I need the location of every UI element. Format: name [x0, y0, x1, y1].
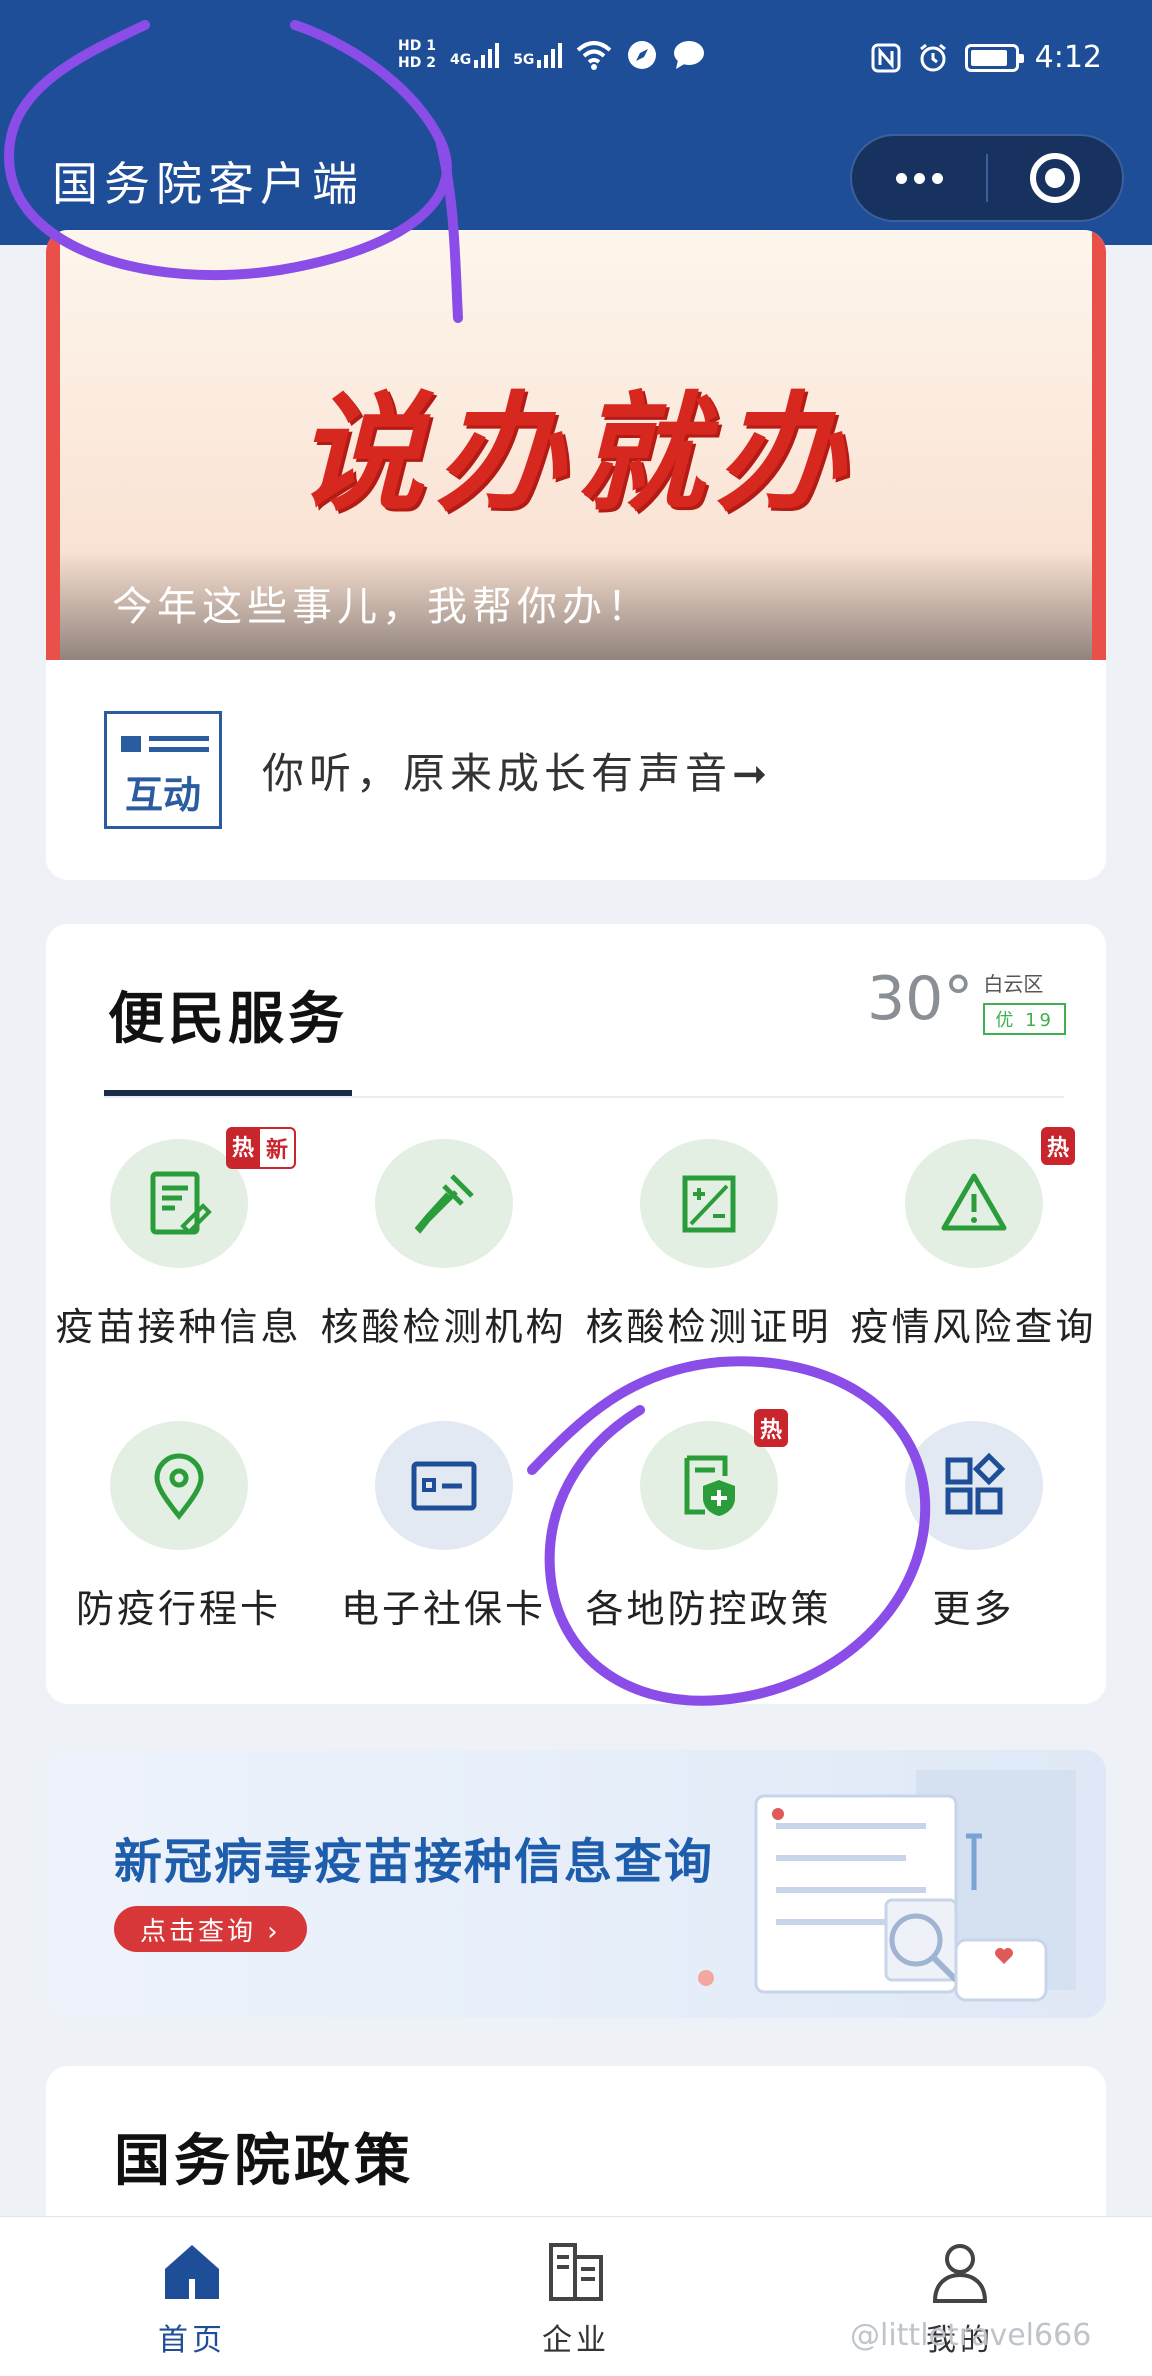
policy-title: 国务院政策	[114, 2128, 414, 2194]
hot-badge: 热	[1041, 1127, 1076, 1165]
net2-label: 5G	[513, 52, 535, 68]
service-travel-card[interactable]: 防疫行程卡	[46, 1421, 311, 1633]
tab-enterprise-label: 企业	[542, 2323, 610, 2358]
weather-widget[interactable]: 30° 白云区 优 19	[867, 964, 1066, 1035]
banner-headline: 说办就办	[295, 379, 856, 529]
hd1-label: HD 1	[398, 38, 436, 54]
query-button[interactable]: 点击查询 ›	[114, 1906, 307, 1952]
status-right: 4:12	[871, 40, 1102, 75]
interaction-row[interactable]: 互动 你听，原来成长有声音➞	[46, 660, 1106, 880]
service-nucleic-agency[interactable]: 核酸检测机构	[311, 1139, 576, 1351]
document-illustration-icon	[698, 1770, 1076, 2002]
service-label: 疫苗接种信息	[55, 1305, 302, 1349]
service-label: 电子社保卡	[340, 1587, 546, 1631]
query-button-label: 点击查询 ›	[140, 1916, 281, 1947]
tab-home-label: 首页	[158, 2323, 226, 2358]
service-local-policy[interactable]: 热 各地防控政策	[576, 1409, 841, 1633]
service-social-card[interactable]: 电子社保卡	[311, 1421, 576, 1633]
alarm-icon	[919, 43, 946, 71]
hot-badge: 热	[226, 1127, 261, 1169]
battery-icon	[964, 43, 1024, 72]
tab-enterprise[interactable]: 企业	[384, 2217, 768, 2376]
interaction-icon: 互动	[104, 711, 222, 829]
compass-icon	[628, 41, 657, 69]
target-icon	[1030, 153, 1080, 203]
grid-apps-icon	[904, 1421, 1043, 1550]
service-badges: 热	[1041, 1127, 1076, 1165]
signal-5g-icon: 5G	[513, 42, 563, 68]
status-left: HD 1 HD 2 4G 5G	[398, 38, 706, 72]
service-nucleic-proof[interactable]: 核酸检测证明	[576, 1139, 841, 1351]
user-icon	[932, 2244, 988, 2303]
service-label: 核酸检测证明	[585, 1305, 832, 1349]
more-icon	[895, 172, 943, 184]
location-pin-icon	[109, 1421, 248, 1550]
test-proof-icon	[639, 1139, 778, 1268]
clock: 4:12	[1034, 40, 1102, 75]
app-title: 国务院客户端	[52, 157, 364, 211]
miniprogram-capsule	[850, 134, 1124, 222]
service-label: 核酸检测机构	[320, 1305, 567, 1349]
services-title: 便民服务	[108, 986, 348, 1052]
service-risk-query[interactable]: 热 疫情风险查询	[841, 1127, 1106, 1351]
nfc-icon	[871, 43, 901, 72]
temperature: 30°	[867, 964, 974, 1034]
message-icon	[674, 41, 705, 69]
banner-caption: 今年这些事儿，我帮你办！	[112, 584, 652, 630]
service-label: 各地防控政策	[585, 1587, 832, 1631]
services-tab-indicator	[104, 1090, 352, 1096]
services-divider	[104, 1096, 1064, 1098]
weather-district: 白云区	[983, 972, 1044, 996]
id-card-icon	[374, 1421, 513, 1550]
wifi-icon	[577, 41, 612, 70]
watermark: @littletravel666	[850, 2318, 1092, 2353]
net1-label: 4G	[449, 52, 472, 68]
hot-badge: 热	[754, 1409, 789, 1447]
service-badges: 热	[754, 1409, 789, 1447]
service-vaccine-info[interactable]: 热 新 疫苗接种信息	[46, 1127, 311, 1351]
interaction-text: 你听，原来成长有声音➞	[262, 748, 773, 798]
service-badges: 热 新	[226, 1127, 297, 1169]
service-label: 防疫行程卡	[75, 1587, 281, 1631]
hd2-label: HD 2	[398, 55, 436, 71]
services-grid: 热 新 疫苗接种信息 核酸检测机构 核酸检测证明 热 疫情风险查询 防疫行程卡 …	[46, 1127, 1106, 1633]
more-button[interactable]	[852, 136, 986, 220]
service-more[interactable]: 更多	[841, 1421, 1106, 1633]
signal-4g-icon: 4G	[449, 42, 500, 68]
banner-card: 说办就办 今年这些事儿，我帮你办！ 互动 你听，原来成长有声音➞	[46, 230, 1106, 880]
promo-title: 新冠病毒疫苗接种信息查询	[114, 1834, 715, 1890]
building-icon	[549, 2243, 603, 2301]
close-button[interactable]	[988, 136, 1122, 220]
air-quality-badge: 优 19	[983, 1003, 1066, 1035]
vaccine-query-banner[interactable]: 新冠病毒疫苗接种信息查询 点击查询 ›	[46, 1750, 1106, 2018]
service-label: 疫情风险查询	[850, 1305, 1097, 1349]
dropper-icon	[374, 1139, 513, 1268]
home-icon	[165, 2245, 219, 2299]
services-card: 便民服务 30° 白云区 优 19 热 新 疫苗接种信息 核酸检测机构 核酸检测…	[46, 924, 1106, 1704]
service-label: 更多	[932, 1587, 1015, 1631]
hd-indicator: HD 1 HD 2	[398, 38, 436, 72]
warning-icon	[904, 1139, 1043, 1268]
new-badge: 新	[258, 1127, 297, 1169]
interaction-icon-label: 互动	[124, 773, 201, 817]
tab-home[interactable]: 首页	[0, 2217, 384, 2376]
app-header: HD 1 HD 2 4G 5G 4:12 国务院客户端	[0, 0, 1152, 245]
status-bar: HD 1 HD 2 4G 5G 4:12	[0, 30, 1152, 100]
banner[interactable]: 说办就办 今年这些事儿，我帮你办！	[46, 230, 1106, 660]
